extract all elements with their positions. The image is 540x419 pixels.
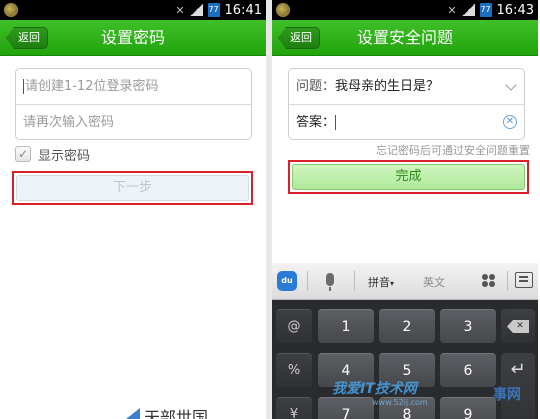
status-time: 16:41 [224, 2, 262, 18]
key-at[interactable]: @ [276, 309, 312, 343]
microphone-icon[interactable] [326, 273, 334, 291]
answer-input[interactable]: 答案： ✕ [289, 104, 524, 139]
password-placeholder: 请创建1-12位登录密码 [25, 79, 159, 94]
site-logo: 天部世国 [126, 406, 266, 419]
status-bar: ✕ 77 16:43 [272, 0, 538, 20]
mute-icon: ✕ [447, 3, 457, 17]
keyboard-menu-icon[interactable] [515, 272, 533, 288]
show-password-toggle[interactable]: ✓ 显示密码 [15, 144, 90, 164]
screen-security-question: ✕ 77 16:43 设置安全问题 返回 问题：我母亲的生日是？ 答案： ✕ 忘… [272, 0, 538, 419]
battery-icon: 77 [207, 3, 220, 17]
title-bar: 设置安全问题 返回 [272, 20, 538, 56]
password-input[interactable]: 请创建1-12位登录密码 [16, 69, 251, 104]
key-2[interactable]: 2 [379, 309, 435, 343]
reset-hint: 忘记密码后可通过安全问题重置 [376, 144, 530, 157]
question-select[interactable]: 问题：我母亲的生日是？ [289, 69, 524, 104]
text-caret [23, 79, 24, 94]
signal-icon [189, 4, 203, 16]
show-password-checkbox[interactable]: ✓ [15, 146, 31, 162]
toolbar-divider [307, 271, 308, 291]
text-caret [335, 115, 337, 130]
backspace-icon: ✕ [507, 320, 529, 333]
chevron-down-icon[interactable] [505, 79, 517, 91]
highlight-frame: 下一步 [12, 171, 253, 205]
key-6[interactable]: 6 [440, 353, 496, 387]
battery-icon: 77 [479, 3, 492, 17]
key-7[interactable]: 7 [318, 397, 374, 419]
back-button[interactable]: 返回 [6, 27, 48, 49]
toolbar-divider [507, 271, 508, 291]
watermark-text: 我爱IT技术网 [332, 381, 417, 397]
security-question-form: 问题：我母亲的生日是？ 答案： ✕ [288, 68, 525, 140]
screen-set-password: ✕ 77 16:41 设置密码 返回 请创建1-12位登录密码 请再次输入密码 … [0, 0, 266, 419]
title-bar: 设置密码 返回 [0, 20, 266, 56]
key-1[interactable]: 1 [318, 309, 374, 343]
clear-icon[interactable]: ✕ [503, 115, 517, 129]
watermark-right-text: 事网 [493, 387, 521, 403]
logo-mark-icon [126, 408, 140, 419]
confirm-password-placeholder: 请再次输入密码 [23, 115, 115, 130]
site-logo-text: 天部世国 [144, 408, 209, 419]
app-notification-icon [276, 3, 290, 17]
back-button[interactable]: 返回 [278, 27, 320, 49]
clover-menu-icon[interactable] [482, 274, 496, 288]
baidu-input-logo[interactable]: du [277, 271, 297, 291]
question-label: 问题： [296, 79, 336, 94]
enter-icon: ↵ [510, 359, 526, 380]
pinyin-mode-button[interactable]: 拼音▾ [368, 274, 394, 290]
question-value: 我母亲的生日是？ [335, 79, 440, 94]
keyboard-toolbar: du 拼音▾ 英文 [272, 263, 538, 300]
status-time: 16:43 [496, 2, 534, 18]
backspace-key[interactable]: ✕ [501, 309, 535, 343]
highlight-frame: 完成 [288, 160, 529, 194]
status-bar: ✕ 77 16:41 [0, 0, 266, 20]
key-yen[interactable]: ¥ [276, 397, 312, 419]
toolbar-divider [354, 271, 355, 291]
done-button[interactable]: 完成 [292, 164, 525, 190]
mute-icon: ✕ [175, 3, 185, 17]
answer-label: 答案： [296, 115, 336, 130]
key-9[interactable]: 9 [440, 397, 496, 419]
app-notification-icon [4, 3, 18, 17]
password-form: 请创建1-12位登录密码 请再次输入密码 [15, 68, 252, 140]
signal-icon [461, 4, 475, 16]
pinyin-label: 拼音 [368, 276, 390, 289]
confirm-password-input[interactable]: 请再次输入密码 [16, 104, 251, 139]
show-password-label: 显示密码 [38, 148, 91, 164]
key-percent[interactable]: % [276, 353, 312, 387]
key-3[interactable]: 3 [440, 309, 496, 343]
watermark-url: www.52ij.com [372, 398, 428, 407]
next-step-button[interactable]: 下一步 [16, 175, 249, 201]
english-mode-button[interactable]: 英文 [423, 274, 445, 290]
